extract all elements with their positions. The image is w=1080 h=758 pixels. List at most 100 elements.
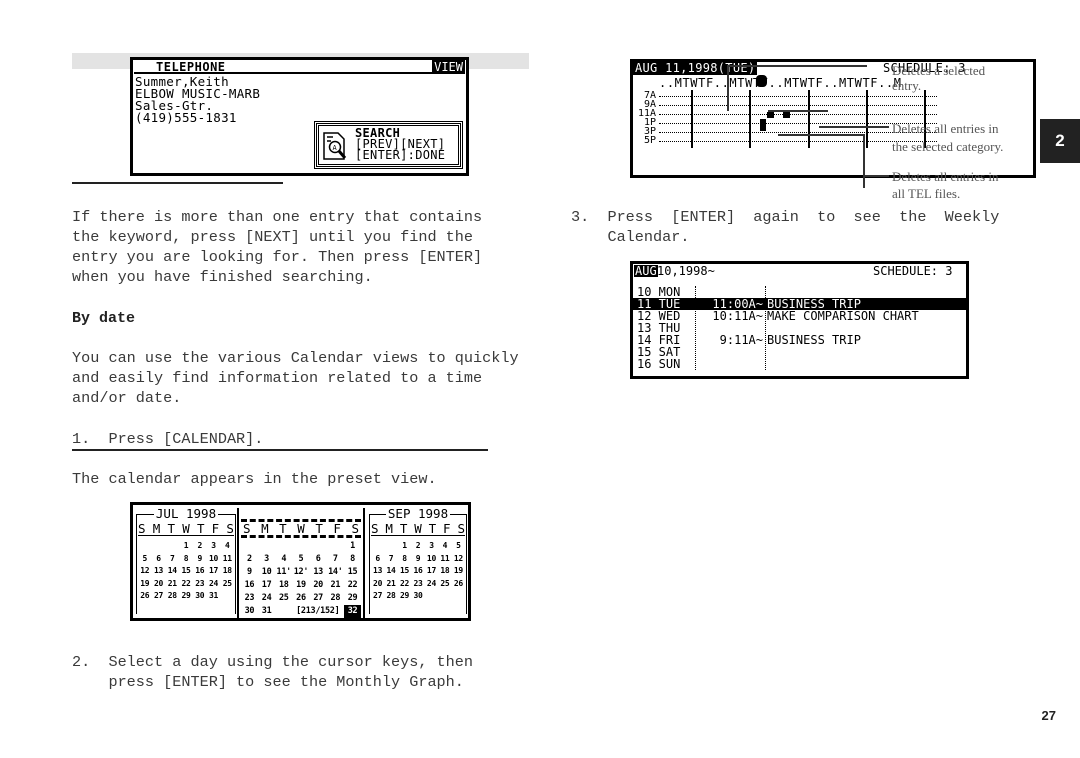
calendar-day[interactable]: 11 [438, 553, 451, 566]
calendar-day[interactable]: 6 [310, 553, 327, 566]
calendar-day[interactable]: 2 [241, 553, 258, 566]
calendar-day[interactable]: 18 [438, 565, 451, 578]
calendar-day[interactable]: 17 [258, 579, 275, 592]
calendar-day[interactable]: 8 [344, 553, 361, 566]
calendar-day[interactable]: 24 [425, 578, 438, 591]
calendar-day[interactable]: 5 [293, 553, 310, 566]
calendar-day[interactable]: 25 [438, 578, 451, 591]
calendar-day[interactable]: 13 [371, 565, 384, 578]
calendar-day[interactable]: 1 [344, 540, 361, 553]
calendar-day[interactable]: 21 [384, 578, 397, 591]
calendar-day[interactable]: 12 [138, 565, 151, 578]
calendar-day[interactable]: 21 [327, 579, 344, 592]
calendar-day[interactable]: 22 [179, 578, 192, 591]
calendar-day[interactable]: 30 [411, 590, 424, 603]
calendar-day[interactable]: 31 [207, 590, 220, 603]
calendar-day[interactable]: 23 [411, 578, 424, 591]
calendar-day[interactable]: 2 [193, 540, 206, 553]
calendar-day[interactable]: 18 [221, 565, 234, 578]
calendar-day[interactable]: 28 [384, 590, 397, 603]
calendar-day[interactable]: 25 [221, 578, 234, 591]
calendar-day[interactable]: 9 [241, 566, 258, 579]
calendar-day[interactable]: 10 [207, 553, 220, 566]
calendar-day[interactable]: 20 [310, 579, 327, 592]
calendar-day[interactable]: 27 [152, 590, 165, 603]
calendar-day[interactable]: 3 [258, 553, 275, 566]
calendar-day[interactable]: 23 [241, 592, 258, 605]
calendar-day[interactable]: 15 [398, 565, 411, 578]
calendar-day[interactable]: 1 [179, 540, 192, 553]
calendar-day[interactable]: 31 [258, 605, 275, 618]
weekly-row[interactable]: 12 WED 10:11A~ MAKE COMPARISON CHART [633, 310, 966, 322]
calendar-day[interactable]: 5 [452, 540, 465, 553]
calendar-day[interactable]: 3 [207, 540, 220, 553]
calendar-day[interactable]: 18 [275, 579, 292, 592]
calendar-day[interactable]: 28 [327, 592, 344, 605]
calendar-day[interactable]: 2 [411, 540, 424, 553]
calendar-day[interactable]: 22 [398, 578, 411, 591]
weekly-row[interactable]: 15 SAT [633, 346, 966, 358]
calendar-day[interactable]: 1 [398, 540, 411, 553]
calendar-day[interactable]: 10 [258, 566, 275, 579]
calendar-day[interactable]: 11 [221, 553, 234, 566]
calendar-day[interactable]: 13 [152, 565, 165, 578]
calendar-day[interactable]: 12' [293, 566, 310, 579]
calendar-day[interactable]: 23 [193, 578, 206, 591]
calendar-day[interactable]: 8 [398, 553, 411, 566]
calendar-day[interactable]: 19 [452, 565, 465, 578]
calendar-day[interactable]: 14' [327, 566, 344, 579]
calendar-day[interactable]: 19 [293, 579, 310, 592]
calendar-day[interactable]: 28 [166, 590, 179, 603]
calendar-day[interactable]: 11' [275, 566, 292, 579]
calendar-day[interactable]: [213/152] [293, 605, 343, 618]
weekly-row[interactable]: 14 FRI 9:11A~ BUSINESS TRIP [633, 334, 966, 346]
calendar-day[interactable]: 20 [371, 578, 384, 591]
calendar-day[interactable]: 16 [241, 579, 258, 592]
weekly-row[interactable]: 16 SUN [633, 358, 966, 370]
calendar-day[interactable]: 14 [166, 565, 179, 578]
calendar-day[interactable]: 4 [438, 540, 451, 553]
calendar-day[interactable]: 4 [221, 540, 234, 553]
calendar-day[interactable]: 16 [411, 565, 424, 578]
calendar-day[interactable]: 8 [179, 553, 192, 566]
calendar-day[interactable]: 7 [384, 553, 397, 566]
calendar-day[interactable]: 9 [193, 553, 206, 566]
calendar-day[interactable]: 5 [138, 553, 151, 566]
calendar-day[interactable]: 27 [310, 592, 327, 605]
calendar-day[interactable]: 26 [138, 590, 151, 603]
calendar-day[interactable]: 32 [344, 605, 361, 618]
calendar-day[interactable]: 13 [310, 566, 327, 579]
calendar-day[interactable]: 27 [371, 590, 384, 603]
calendar-day[interactable]: 16 [193, 565, 206, 578]
calendar-day[interactable]: 4 [275, 553, 292, 566]
calendar-day[interactable]: 29 [179, 590, 192, 603]
calendar-day[interactable]: 10 [425, 553, 438, 566]
calendar-day[interactable]: 29 [344, 592, 361, 605]
telephone-screen: TELEPHONE VIEW Summer,Keith ELBOW MUSIC-… [130, 57, 469, 176]
calendar-day[interactable]: 7 [166, 553, 179, 566]
calendar-day[interactable]: 14 [384, 565, 397, 578]
calendar-day[interactable]: 7 [327, 553, 344, 566]
calendar-day[interactable]: 30 [241, 605, 258, 618]
calendar-day[interactable]: 21 [166, 578, 179, 591]
calendar-day[interactable]: 9 [411, 553, 424, 566]
calendar-day[interactable]: 26 [452, 578, 465, 591]
calendar-day[interactable]: 6 [371, 553, 384, 566]
calendar-day[interactable]: 17 [207, 565, 220, 578]
schedule-block [760, 119, 766, 131]
calendar-day[interactable]: 22 [344, 579, 361, 592]
calendar-day[interactable]: 24 [207, 578, 220, 591]
calendar-day[interactable]: 25 [275, 592, 292, 605]
calendar-day[interactable]: 6 [152, 553, 165, 566]
calendar-day[interactable]: 19 [138, 578, 151, 591]
calendar-day[interactable]: 17 [425, 565, 438, 578]
calendar-day[interactable]: 15 [179, 565, 192, 578]
calendar-day[interactable]: 30 [193, 590, 206, 603]
calendar-day[interactable]: 3 [425, 540, 438, 553]
calendar-day[interactable]: 20 [152, 578, 165, 591]
calendar-day[interactable]: 12 [452, 553, 465, 566]
calendar-day[interactable]: 29 [398, 590, 411, 603]
calendar-day[interactable]: 15 [344, 566, 361, 579]
calendar-day[interactable]: 24 [258, 592, 275, 605]
calendar-day[interactable]: 26 [293, 592, 310, 605]
